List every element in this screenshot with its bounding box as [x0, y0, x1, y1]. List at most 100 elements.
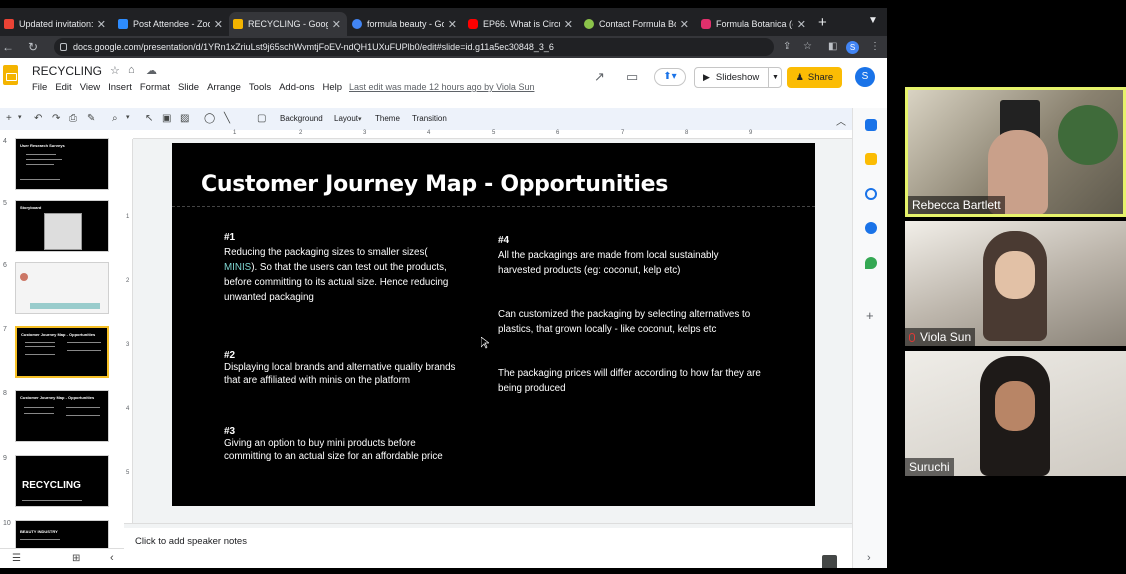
share-button[interactable]: ♟ Share: [787, 67, 842, 88]
meet-present-icon[interactable]: ⬆▾: [654, 68, 686, 86]
contacts-icon[interactable]: [865, 222, 877, 234]
menu-edit[interactable]: Edit: [55, 82, 71, 93]
chevron-down-icon[interactable]: ▾: [126, 113, 130, 121]
chevron-down-icon[interactable]: ▼: [868, 15, 878, 26]
tab-instagram[interactable]: Formula Botanica (@ ✕: [697, 12, 812, 36]
close-icon[interactable]: ✕: [564, 18, 573, 31]
transition-button[interactable]: Transition: [412, 114, 447, 123]
last-edit-link[interactable]: Last edit was made 12 hours ago by Viola…: [349, 82, 534, 92]
select-cursor-icon[interactable]: ↖: [145, 113, 153, 124]
tab-zoom[interactable]: Post Attendee - Zoom ✕: [114, 12, 229, 36]
explore-icon[interactable]: [822, 555, 837, 568]
close-icon[interactable]: ✕: [448, 18, 457, 31]
menu-view[interactable]: View: [80, 82, 100, 93]
add-addon-icon[interactable]: +: [866, 308, 874, 323]
item-2-heading[interactable]: #2: [224, 350, 235, 361]
tab-gmail[interactable]: Updated invitation: C ✕: [0, 12, 112, 36]
image-icon[interactable]: ▨: [180, 113, 189, 124]
slide-thumbnail[interactable]: [15, 262, 109, 314]
print-icon[interactable]: ⎙: [69, 113, 77, 124]
layout-button[interactable]: Layout: [334, 114, 358, 123]
slides-logo-icon[interactable]: [3, 65, 18, 85]
new-slide-icon[interactable]: +: [6, 113, 12, 124]
slide-thumbnail-selected[interactable]: Customer Journey Map - Opportunities: [15, 326, 109, 378]
back-arrow-icon[interactable]: ←: [2, 40, 14, 54]
more-vert-icon[interactable]: ⋮: [870, 41, 880, 52]
notes-placeholder[interactable]: Click to add speaker notes: [135, 536, 247, 547]
participant-tile[interactable]: Suruchi: [905, 351, 1126, 476]
expand-panel-icon[interactable]: ›: [867, 552, 871, 564]
close-icon[interactable]: ✕: [332, 18, 341, 31]
item-4-extra-2[interactable]: The packaging prices will differ accordi…: [498, 366, 773, 396]
close-icon[interactable]: ✕: [97, 18, 106, 31]
chevron-down-icon[interactable]: ▾: [18, 113, 22, 121]
menu-file[interactable]: File: [32, 82, 47, 93]
menu-slide[interactable]: Slide: [178, 82, 199, 93]
slide-canvas[interactable]: Customer Journey Map - Opportunities #1 …: [133, 139, 852, 523]
grid-view-icon[interactable]: ⊞: [72, 553, 80, 564]
sidebar-icon[interactable]: ◧: [828, 41, 837, 52]
shape-icon[interactable]: ◯: [204, 113, 215, 124]
menu-addons[interactable]: Add-ons: [279, 82, 314, 93]
share-icon[interactable]: ⇪: [783, 41, 791, 52]
keep-icon[interactable]: [865, 153, 877, 165]
close-icon[interactable]: ✕: [214, 18, 223, 31]
new-tab-button[interactable]: +: [818, 14, 827, 31]
comment-add-icon[interactable]: ▢: [257, 113, 266, 124]
calendar-icon[interactable]: [865, 119, 877, 131]
slide-thumbnail[interactable]: Customer Journey Map - Opportunities: [15, 390, 109, 442]
slide-thumbnail[interactable]: User Research Surveys: [15, 138, 109, 190]
item-4-body[interactable]: All the packagings are made from local s…: [498, 248, 763, 278]
background-button[interactable]: Background: [280, 114, 323, 123]
close-icon[interactable]: ✕: [797, 18, 806, 31]
account-avatar[interactable]: S: [855, 67, 875, 87]
item-1-body[interactable]: Reducing the packaging sizes to smaller …: [224, 245, 454, 305]
slide-thumbnail[interactable]: BEAUTY INDUSTRY: [15, 520, 109, 548]
line-icon[interactable]: ╲: [224, 113, 230, 124]
paint-format-icon[interactable]: ✎: [87, 113, 95, 124]
redo-icon[interactable]: ↷: [52, 113, 60, 124]
participant-tile-speaking[interactable]: Rebecca Bartlett: [905, 87, 1126, 217]
tab-youtube[interactable]: EP66. What is Circula ✕: [464, 12, 579, 36]
document-title[interactable]: RECYCLING: [32, 64, 102, 78]
item-3-heading[interactable]: #3: [224, 426, 235, 437]
participant-tile[interactable]: Viola Sun: [905, 221, 1126, 346]
close-icon[interactable]: ✕: [680, 18, 689, 31]
menu-tools[interactable]: Tools: [249, 82, 271, 93]
tab-slides[interactable]: RECYCLING - Google ✕: [229, 12, 347, 36]
item-2-body[interactable]: Displaying local brands and alternative …: [224, 362, 464, 387]
url-field[interactable]: docs.google.com/presentation/d/1YRn1xZri…: [54, 38, 774, 56]
collapse-left-icon[interactable]: ‹: [110, 552, 114, 564]
item-4-heading[interactable]: #4: [498, 235, 509, 246]
theme-button[interactable]: Theme: [375, 114, 400, 123]
comment-icon[interactable]: ▭: [626, 69, 638, 85]
maps-icon[interactable]: [865, 257, 877, 269]
zoom-icon[interactable]: ⌕: [112, 113, 118, 124]
reload-icon[interactable]: ↻: [28, 40, 38, 54]
slideshow-button[interactable]: ▶ Slideshow ▼: [694, 67, 782, 88]
textbox-icon[interactable]: ▣: [162, 113, 171, 124]
chevron-down-icon[interactable]: ▾: [358, 115, 362, 123]
menu-arrange[interactable]: Arrange: [207, 82, 241, 93]
tasks-icon[interactable]: [865, 188, 877, 200]
profile-avatar[interactable]: S: [846, 41, 859, 54]
star-icon[interactable]: ☆: [110, 64, 120, 77]
menu-help[interactable]: Help: [322, 82, 342, 93]
star-icon[interactable]: ☆: [803, 41, 812, 52]
tab-google-search[interactable]: formula beauty - Goo ✕: [348, 12, 463, 36]
activity-trend-icon[interactable]: ↗: [594, 69, 605, 85]
speaker-notes[interactable]: Click to add speaker notes: [124, 528, 852, 568]
collapse-icon[interactable]: ︿: [836, 113, 846, 128]
item-1-heading[interactable]: #1: [224, 232, 235, 243]
menu-insert[interactable]: Insert: [108, 82, 132, 93]
undo-icon[interactable]: ↶: [34, 113, 42, 124]
slide[interactable]: Customer Journey Map - Opportunities #1 …: [172, 143, 815, 506]
menu-format[interactable]: Format: [140, 82, 170, 93]
slide-thumbnail[interactable]: Storyboard: [15, 200, 109, 252]
move-folder-icon[interactable]: ⌂: [128, 64, 135, 76]
item-4-extra-1[interactable]: Can customized the packaging by selectin…: [498, 307, 763, 337]
slide-thumbnail[interactable]: RECYCLING: [15, 455, 109, 507]
list-view-icon[interactable]: ☰: [12, 553, 21, 564]
item-3-body[interactable]: Giving an option to buy mini products be…: [224, 438, 464, 463]
chevron-down-icon[interactable]: ▼: [772, 74, 779, 81]
